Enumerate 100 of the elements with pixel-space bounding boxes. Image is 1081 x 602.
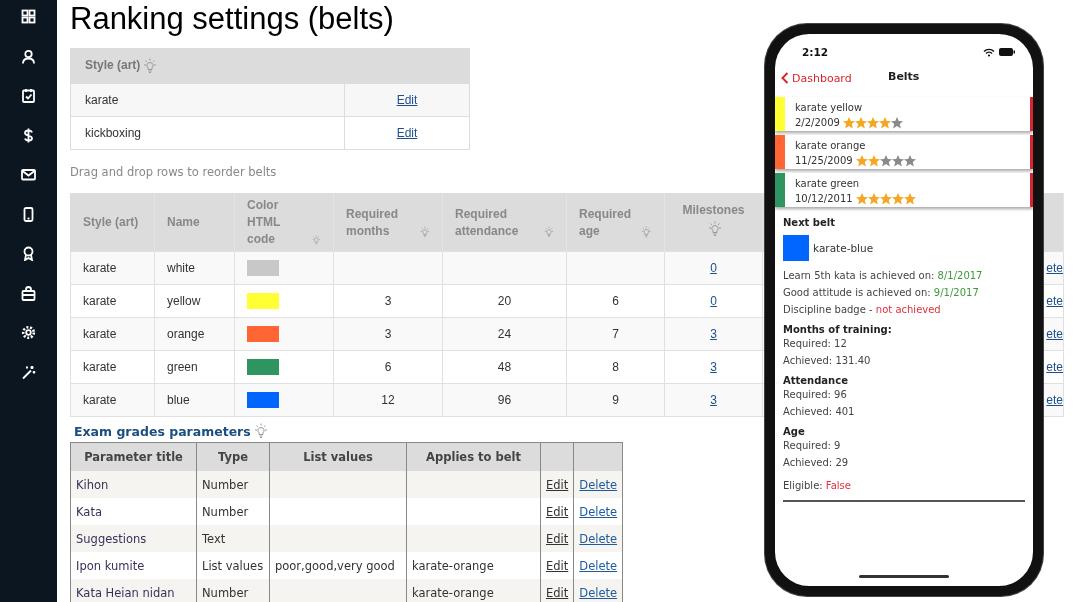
belt-name: karate yellow [795,101,864,115]
belt-name: karate orange [795,139,867,153]
screen-title: Belts [888,70,920,83]
table-cell: karate [70,284,155,318]
milestone-status: 8/1/2017 [937,270,983,281]
battery-icon [999,48,1015,56]
belt-date: 2/2/2009 [795,116,840,130]
stat-text: Required: 96 [783,388,848,402]
star-icon [866,116,879,129]
table-cell: 3 [333,317,443,351]
belt-date: 10/12/2011 [795,192,853,206]
table-cell: 96 [442,383,567,417]
milestones-link[interactable]: 3 [710,360,717,374]
delete-link[interactable]: Delete [579,504,618,519]
star-icon [842,116,855,129]
milestones-link[interactable]: 0 [710,261,717,275]
belt-card[interactable]: karate green 10/12/2011 [775,173,1033,207]
star-icon [879,192,892,205]
column-header: List values [303,450,373,464]
column-header: Required months [346,205,399,240]
table-cell: 48 [442,350,567,384]
star-icon [878,116,891,129]
column-header: Parameter title [84,450,183,464]
stat-text: Achieved: 131.40 [783,354,872,368]
magic-wand-icon[interactable] [21,364,36,380]
table-cell: 24 [442,317,567,351]
edit-link[interactable]: Edit [546,558,569,573]
table-cell: karate [70,350,155,384]
table-cell: 9 [566,383,665,417]
hint-text: Drag and drop rows to reorder belts [70,165,278,179]
table-cell: Kihon [70,471,197,498]
milestone-status: not achieved [875,304,941,315]
column-header: Name [167,214,200,231]
table-cell: Kata Heian nidan [70,579,197,602]
section-heading: Attendance [783,375,849,386]
edit-link[interactable]: Edit [396,126,418,140]
table-cell: blue [154,383,235,417]
table-cell: 7 [566,317,665,351]
column-header: Required attendance [455,205,520,240]
table-cell: orange [154,317,235,351]
table-cell: green [154,350,235,384]
delete-link[interactable]: Delete [579,558,618,573]
column-header: Required age [579,205,632,240]
table-cell: 6 [566,284,665,318]
dollar-icon[interactable] [21,127,36,143]
table-cell: karate [70,83,345,117]
delete-link[interactable]: ete [1046,294,1063,308]
eligible-label: Eligible: [783,480,824,491]
column-header: Applies to belt [426,450,521,464]
table-cell: yellow [154,284,235,318]
stat-text: Achieved: 29 [783,456,850,470]
table-cell: 3 [333,284,443,318]
milestones-link[interactable]: 3 [710,327,717,341]
wifi-icon [983,47,995,57]
delete-link[interactable]: ete [1046,393,1063,407]
edit-link[interactable]: Edit [396,93,418,107]
milestones-link[interactable]: 0 [710,294,717,308]
clipboard-check-icon[interactable] [21,88,36,103]
envelope-icon[interactable] [21,167,36,182]
delete-link[interactable]: ete [1046,360,1063,374]
column-header: Milestones [682,202,745,219]
milestone-label: Learn 5th kata is achieved on: [783,270,936,281]
belt-card[interactable]: karate orange 11/25/2009 [775,135,1033,169]
belt-card[interactable]: karate yellow 2/2/2009 [775,97,1033,131]
belt-name: karate-blue [813,242,874,254]
delete-link[interactable]: ete [1046,327,1063,341]
person-icon[interactable] [21,48,36,64]
bag-icon[interactable] [21,285,36,301]
column-header: Color HTML code [247,197,282,248]
edit-link[interactable]: Edit [546,504,569,519]
star-icon [854,116,867,129]
table-cell: white [154,251,235,285]
star-icon [867,154,880,167]
dashboard-icon[interactable] [21,9,36,24]
milestone-label: Good attitude is achieved on: [783,287,932,298]
phone-icon[interactable] [21,206,36,222]
award-icon[interactable] [21,246,36,261]
column-header: Style (art) [83,214,139,231]
section-heading: Months of training: [783,324,893,335]
back-button[interactable]: Dashboard [781,71,852,85]
eligible-value: False [825,480,851,491]
table-cell: kickboxing [70,116,345,150]
star-icon [891,192,904,205]
star-icon [867,192,880,205]
table-cell: Suggestions [70,525,197,552]
table-cell: 8 [566,350,665,384]
table-cell: karate [70,383,155,417]
milestone-status: 9/1/2017 [933,287,979,298]
section-heading: Next belt [783,217,836,228]
belt-name: karate green [795,177,861,191]
stat-text: Achieved: 401 [783,405,856,419]
star-icon [903,192,916,205]
table-cell: 12 [333,383,443,417]
column-header: Type [218,450,248,464]
page-title: Ranking settings (belts) [70,0,395,38]
stat-text: Required: 9 [783,439,842,453]
settings-icon[interactable] [21,325,36,340]
milestones-link[interactable]: 3 [710,393,717,407]
delete-link[interactable]: ete [1046,261,1063,275]
stat-text: Required: 12 [783,337,848,351]
